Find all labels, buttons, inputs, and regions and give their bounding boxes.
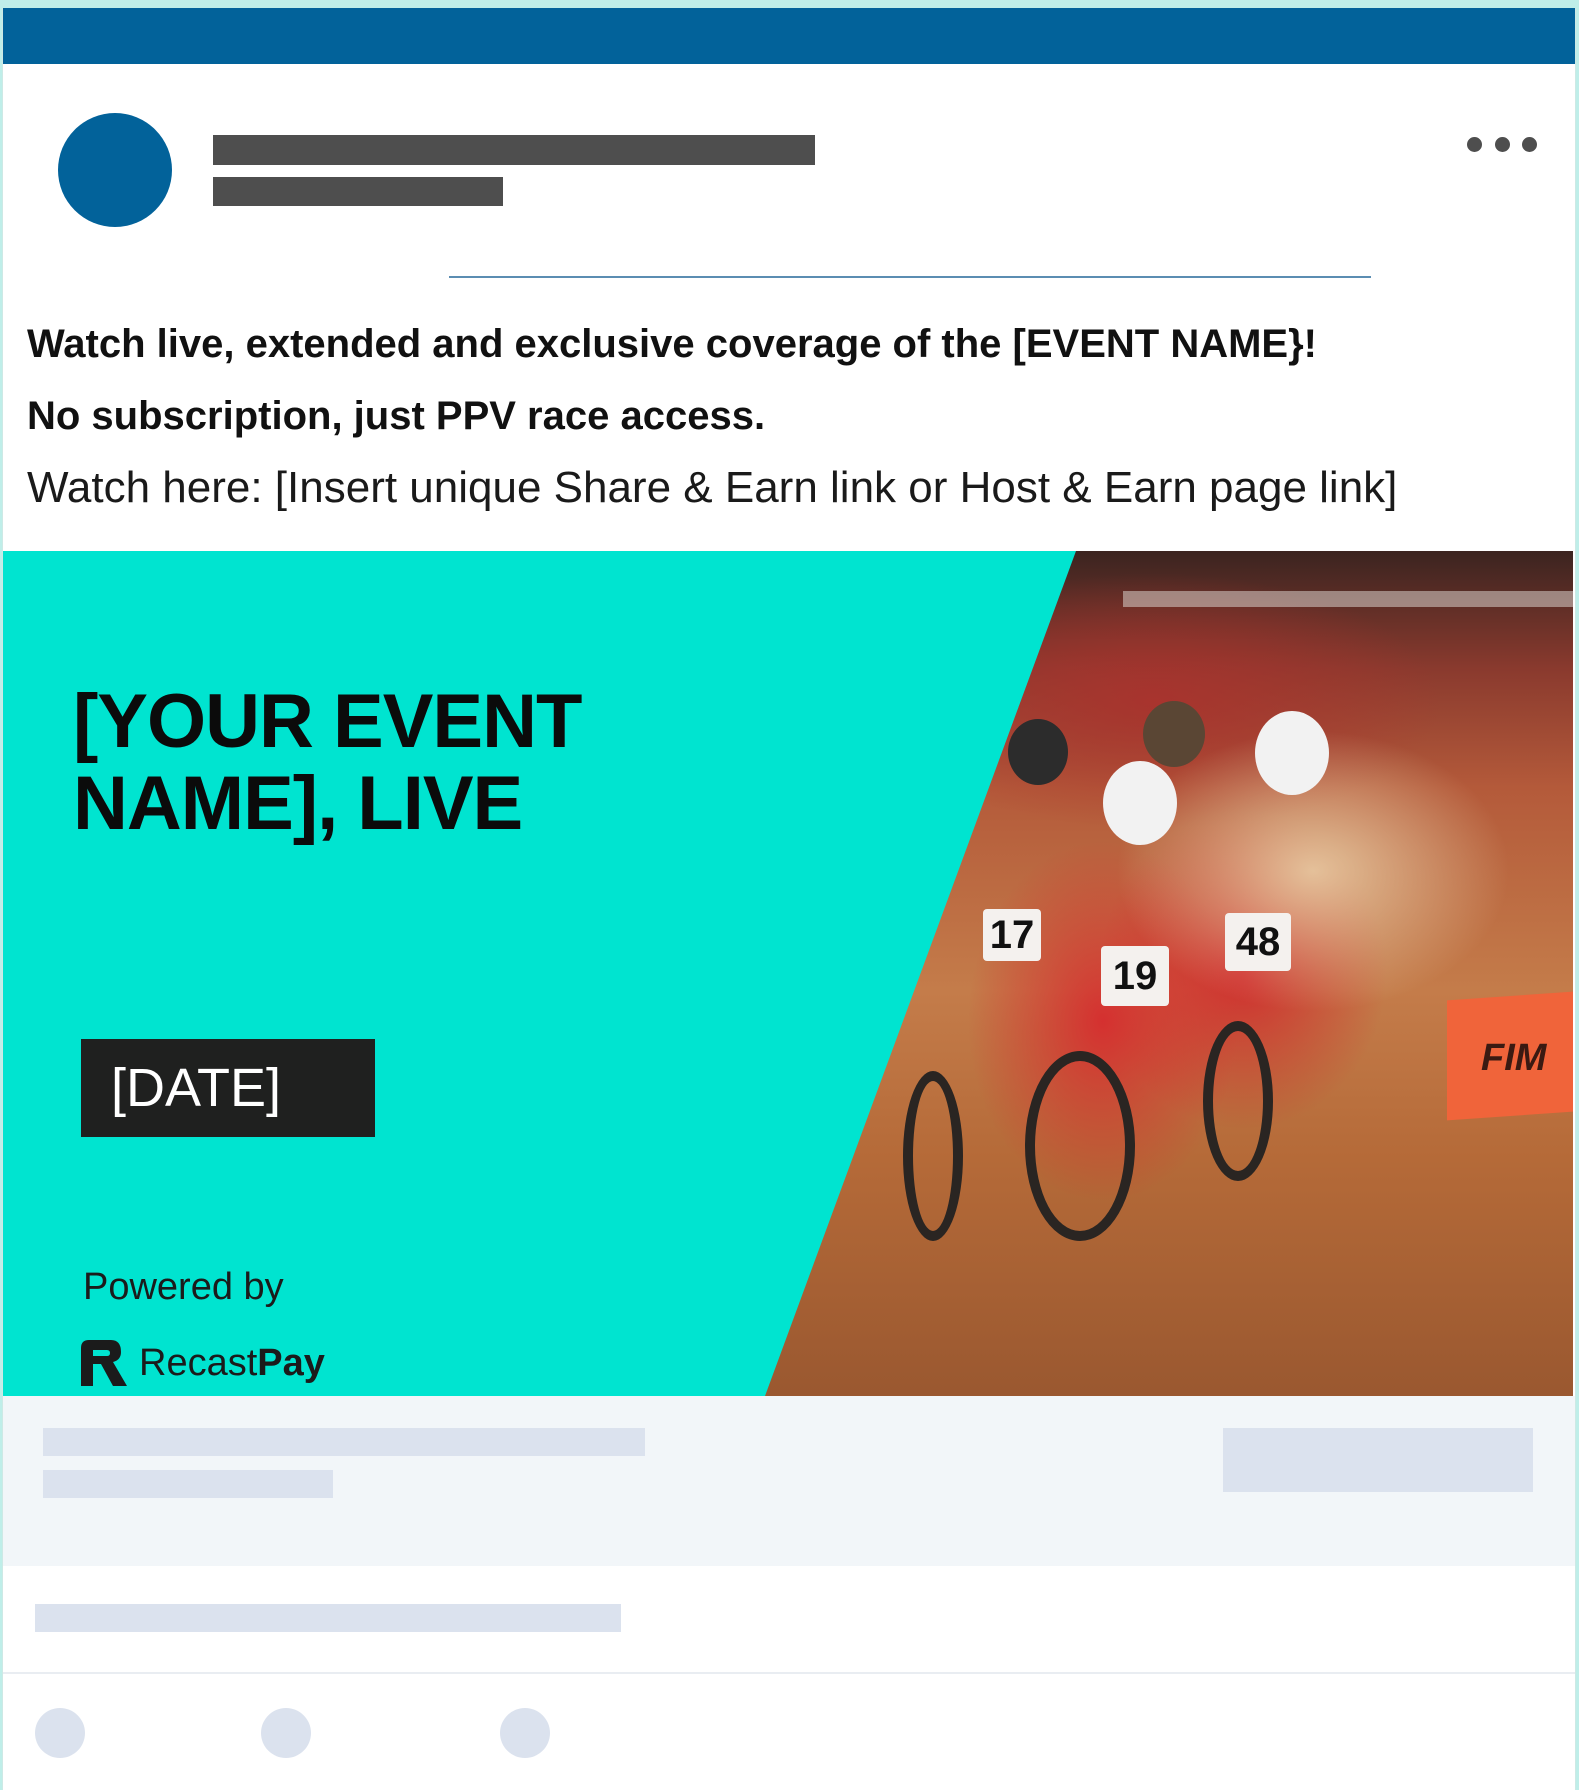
post-text: Watch live, extended and exclusive cover… — [27, 308, 1557, 524]
social-post-card: Watch live, extended and exclusive cover… — [2, 8, 1576, 1790]
reactions-row — [3, 1566, 1575, 1674]
header-divider — [449, 276, 1371, 278]
photo-number-plate: 17 — [983, 909, 1041, 961]
more-options-icon[interactable] — [1467, 134, 1537, 154]
photo-stands — [1123, 591, 1573, 607]
event-title-line2: NAME], LIVE — [73, 761, 523, 846]
photo-helmet — [1255, 711, 1329, 795]
more-dot — [1494, 136, 1510, 152]
photo-helmet — [1143, 701, 1205, 767]
reactions-placeholder — [35, 1604, 621, 1632]
photo-number-plate: 19 — [1101, 946, 1169, 1006]
link-preview[interactable] — [3, 1396, 1575, 1566]
preview-title-placeholder — [43, 1428, 645, 1456]
photo-wheel — [903, 1071, 963, 1241]
more-dot — [1467, 136, 1482, 152]
avatar[interactable] — [58, 113, 172, 227]
event-banner-image[interactable]: 17 19 48 FIM [YOUR EVENT NAME], LIVE [DA… — [3, 551, 1573, 1396]
event-title-line1: [YOUR EVENT — [73, 679, 582, 764]
photo-number-plate: 48 — [1225, 913, 1291, 971]
photo-wheel — [1203, 1021, 1273, 1181]
brand-bold: Pay — [257, 1341, 325, 1384]
photo-fim-sign-text: FIM — [1481, 1037, 1547, 1079]
photo-wheel — [1025, 1051, 1135, 1241]
date-label: [DATE] — [81, 1039, 375, 1137]
photo-helmet — [1103, 761, 1177, 845]
post-headline-line1: Watch live, extended and exclusive cover… — [27, 322, 1317, 366]
preview-subtitle-placeholder — [43, 1470, 333, 1498]
action-share-placeholder[interactable] — [500, 1708, 550, 1758]
action-like-placeholder[interactable] — [35, 1708, 85, 1758]
author-subtitle-placeholder — [213, 177, 503, 206]
event-title: [YOUR EVENT NAME], LIVE — [73, 681, 673, 845]
brand-regular: Recast — [139, 1341, 258, 1384]
post-link-line[interactable]: Watch here: [Insert unique Share & Earn … — [27, 452, 1557, 524]
preview-button-placeholder[interactable] — [1223, 1428, 1533, 1492]
recastpay-logo: RecastPay — [81, 1338, 325, 1388]
top-bar — [3, 8, 1575, 64]
more-dot — [1522, 136, 1537, 152]
action-bar — [3, 1674, 1575, 1790]
author-name-placeholder — [213, 135, 815, 165]
post-headline-line2: No subscription, just PPV race access. — [27, 394, 766, 438]
photo-helmet — [1008, 719, 1068, 785]
recastpay-logo-icon — [81, 1340, 127, 1386]
recastpay-wordmark: RecastPay — [139, 1342, 325, 1385]
action-comment-placeholder[interactable] — [261, 1708, 311, 1758]
powered-by-text: Powered by — [83, 1266, 284, 1308]
